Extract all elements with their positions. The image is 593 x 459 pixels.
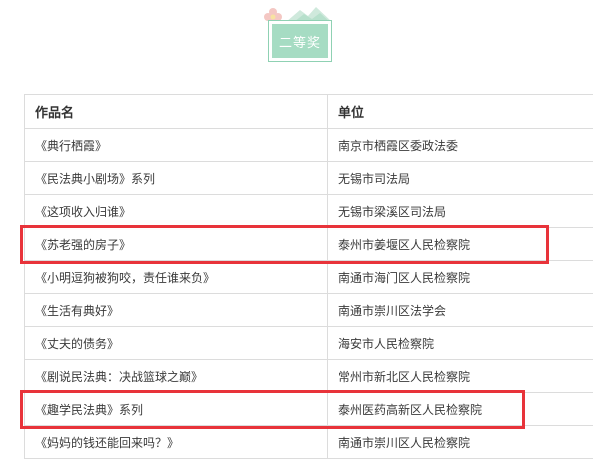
table-row: 《这项收入归谁》 无锡市梁溪区司法局 — [25, 195, 593, 228]
table-row: 《剧说民法典：决战篮球之巅》 常州市新北区人民检察院 — [25, 360, 593, 393]
work-title-cell: 《这项收入归谁》 — [25, 195, 328, 228]
table-row: 《小明逗狗被狗咬，责任谁来负》 南通市海门区人民检察院 — [25, 261, 593, 294]
table-header-row: 作品名 单位 — [25, 95, 593, 129]
award-badge: 二等奖 — [262, 4, 338, 64]
work-title-cell: 《剧说民法典：决战篮球之巅》 — [25, 360, 328, 393]
work-title-cell: 《丈夫的债务》 — [25, 327, 328, 360]
badge-frame: 二等奖 — [268, 20, 332, 62]
table-row: 《民法典小剧场》系列 无锡市司法局 — [25, 162, 593, 195]
work-title-cell: 《趣学民法典》系列 — [25, 393, 328, 426]
unit-cell: 无锡市司法局 — [328, 162, 593, 195]
unit-cell: 海安市人民检察院 — [328, 327, 593, 360]
column-header-unit: 单位 — [328, 95, 593, 129]
table-row: 《苏老强的房子》 泰州市姜堰区人民检察院 — [25, 228, 593, 261]
unit-cell: 常州市新北区人民检察院 — [328, 360, 593, 393]
table-row: 《典行栖霞》 南京市栖霞区委政法委 — [25, 129, 593, 162]
table-row: 《丈夫的债务》 海安市人民检察院 — [25, 327, 593, 360]
unit-cell: 南通市海门区人民检察院 — [328, 261, 593, 294]
unit-cell: 泰州医药高新区人民检察院 — [328, 393, 593, 426]
work-title-cell: 《生活有典好》 — [25, 294, 328, 327]
work-title-cell: 《妈妈的钱还能回来吗？》 — [25, 426, 328, 459]
unit-cell: 南通市崇川区人民检察院 — [328, 426, 593, 459]
work-title-cell: 《小明逗狗被狗咬，责任谁来负》 — [25, 261, 328, 294]
table-row: 《趣学民法典》系列 泰州医药高新区人民检察院 — [25, 393, 593, 426]
unit-cell: 无锡市梁溪区司法局 — [328, 195, 593, 228]
work-title-cell: 《典行栖霞》 — [25, 129, 328, 162]
work-title-cell: 《苏老强的房子》 — [25, 228, 328, 261]
table-row: 《妈妈的钱还能回来吗？》 南通市崇川区人民检察院 — [25, 426, 593, 459]
badge-label: 二等奖 — [272, 24, 328, 58]
unit-cell: 南京市栖霞区委政法委 — [328, 129, 593, 162]
unit-cell: 南通市崇川区法学会 — [328, 294, 593, 327]
table-row: 《生活有典好》 南通市崇川区法学会 — [25, 294, 593, 327]
awards-table: 作品名 单位 《典行栖霞》 南京市栖霞区委政法委 《民法典小剧场》系列 无锡市司… — [24, 94, 593, 459]
unit-cell: 泰州市姜堰区人民检察院 — [328, 228, 593, 261]
column-header-work: 作品名 — [25, 95, 328, 129]
work-title-cell: 《民法典小剧场》系列 — [25, 162, 328, 195]
